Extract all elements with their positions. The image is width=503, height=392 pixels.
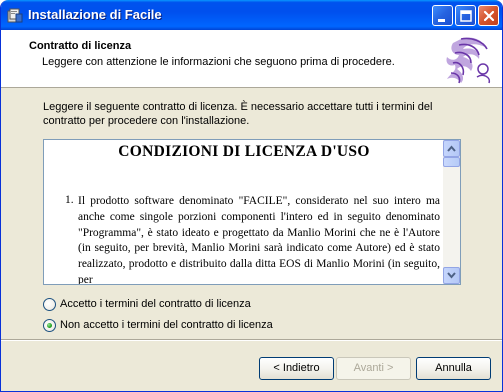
radio-selected-dot <box>47 323 52 328</box>
window-title: Installazione di Facile <box>28 7 162 22</box>
footer-divider <box>1 339 502 341</box>
chevron-up-icon <box>447 145 456 152</box>
license-content: CONDIZIONI DI LICENZA D'USO 1. Il prodot… <box>44 140 444 284</box>
chevron-down-icon <box>447 272 456 279</box>
accept-radio[interactable] <box>43 298 56 311</box>
decline-radio[interactable] <box>43 319 56 332</box>
scroll-thumb[interactable] <box>443 157 460 167</box>
scroll-down-button[interactable] <box>443 267 460 284</box>
license-scrollbar[interactable] <box>443 140 460 284</box>
wizard-header: Contratto di licenza Leggere con attenzi… <box>1 30 502 88</box>
minimize-button[interactable] <box>432 5 453 26</box>
back-button[interactable]: < Indietro <box>259 357 334 380</box>
title-bar[interactable]: Installazione di Facile <box>1 0 502 30</box>
cancel-button[interactable]: Annulla <box>416 357 491 380</box>
maximize-button[interactable] <box>455 5 476 26</box>
installer-window: Installazione di Facile Contratto di lic… <box>0 0 503 392</box>
installer-icon <box>7 7 23 23</box>
minimize-icon <box>438 19 445 22</box>
page-title: Contratto di licenza <box>29 40 132 52</box>
intro-text: Leggere il seguente contratto di licenza… <box>43 101 433 127</box>
close-icon <box>483 10 495 22</box>
page-subtitle: Leggere con attenzione le informazioni c… <box>42 56 395 68</box>
clause-number: 1. <box>65 194 74 206</box>
license-textbox[interactable]: CONDIZIONI DI LICENZA D'USO 1. Il prodot… <box>43 139 461 285</box>
facile-logo <box>446 37 491 84</box>
accept-radio-label[interactable]: Accetto i termini del contratto di licen… <box>60 298 251 310</box>
license-heading: CONDIZIONI DI LICENZA D'USO <box>118 143 370 160</box>
close-button[interactable] <box>478 5 499 26</box>
maximize-icon <box>460 10 472 22</box>
scroll-up-button[interactable] <box>443 140 460 157</box>
next-button[interactable]: Avanti > <box>336 357 411 380</box>
clause-text: Il prodotto software denominato "FACILE"… <box>78 195 440 284</box>
decline-radio-label[interactable]: Non accetto i termini del contratto di l… <box>60 319 273 331</box>
